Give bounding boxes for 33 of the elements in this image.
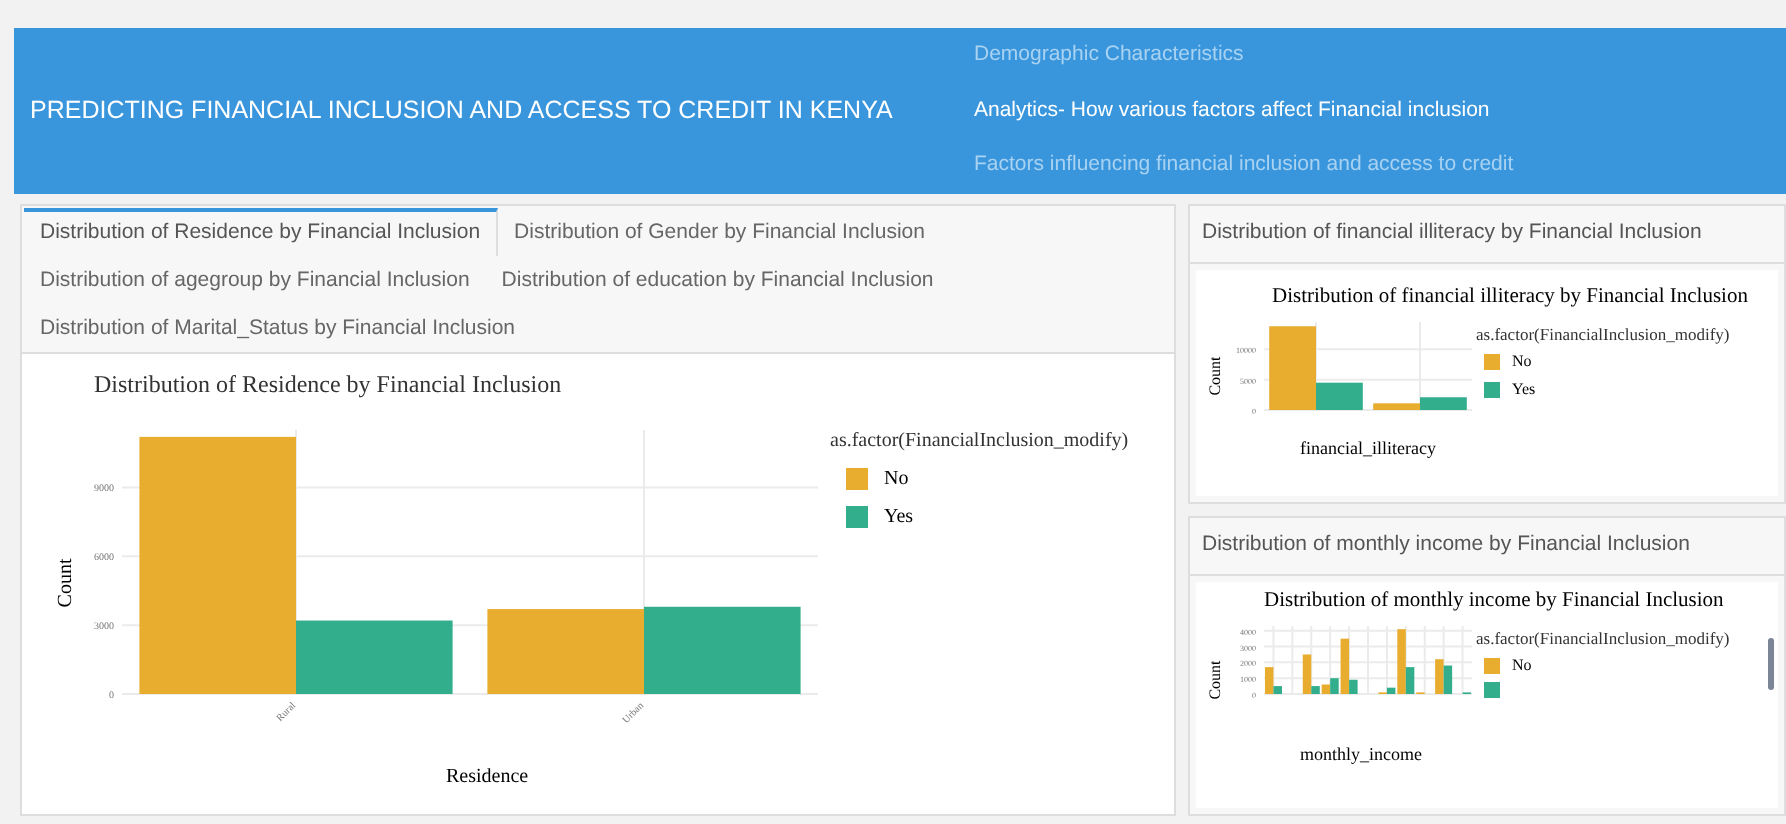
axis-label: Count [1203, 659, 1226, 699]
tab[interactable]: Distribution of education by Financial Inclusion [485, 256, 950, 304]
tab[interactable]: Distribution of Residence by Financial Inclusion [24, 208, 499, 256]
legend-swatch [846, 506, 868, 528]
axis-label: Residence [446, 764, 529, 792]
chart-title: Distribution of monthly income by Financial Inclusion [1264, 587, 1726, 616]
legend-label: No [884, 466, 909, 494]
axis-label: Count [53, 557, 80, 607]
legend-swatch [1484, 354, 1500, 371]
legend-title: as.factor(FinancialInclusion_modify) [1476, 321, 1730, 347]
legend-swatch [1484, 682, 1500, 699]
chart-title: Distribution of Residence by Financial Inclusion [94, 368, 564, 402]
legend-title: as.factor(FinancialInclusion_modify) [1476, 625, 1730, 651]
card-heading: Distribution of monthly income by Financial Inclusion [1190, 518, 1784, 576]
nav-link[interactable]: Analytics- How various factors affect Financial inclusion [974, 95, 1514, 127]
card-heading: Distribution of financial illiteracy by Financial Inclusion [1190, 206, 1784, 264]
tab[interactable]: Distribution of Gender by Financial Inclusion [498, 208, 941, 256]
app-title: PREDICTING FINANCIAL INCLUSION AND ACCESS TO CREDIT IN KENYA [30, 94, 895, 129]
legend-label: No [1512, 654, 1532, 679]
legend-swatch [846, 468, 868, 490]
legend-swatch [1484, 382, 1500, 399]
tab[interactable]: Distribution of agegroup by Financial Inclusion [24, 256, 486, 304]
legend-swatch [1484, 658, 1500, 675]
legend-title: as.factor(FinancialInclusion_modify) [830, 428, 1129, 456]
axis-label: Count [1203, 355, 1226, 395]
legend-label: Yes [884, 504, 914, 532]
tab[interactable]: Distribution of Marital_Status by Financial Inclusion [24, 304, 532, 352]
chart-title: Distribution of financial illiteracy by Financial Inclusion [1272, 283, 1750, 312]
scrollbar[interactable] [1768, 637, 1774, 690]
legend-label: No [1512, 350, 1532, 375]
legend-label: Yes [1512, 378, 1536, 403]
axis-label: monthly_income [1300, 741, 1422, 768]
axis-label: financial_illiteracy [1300, 435, 1438, 462]
